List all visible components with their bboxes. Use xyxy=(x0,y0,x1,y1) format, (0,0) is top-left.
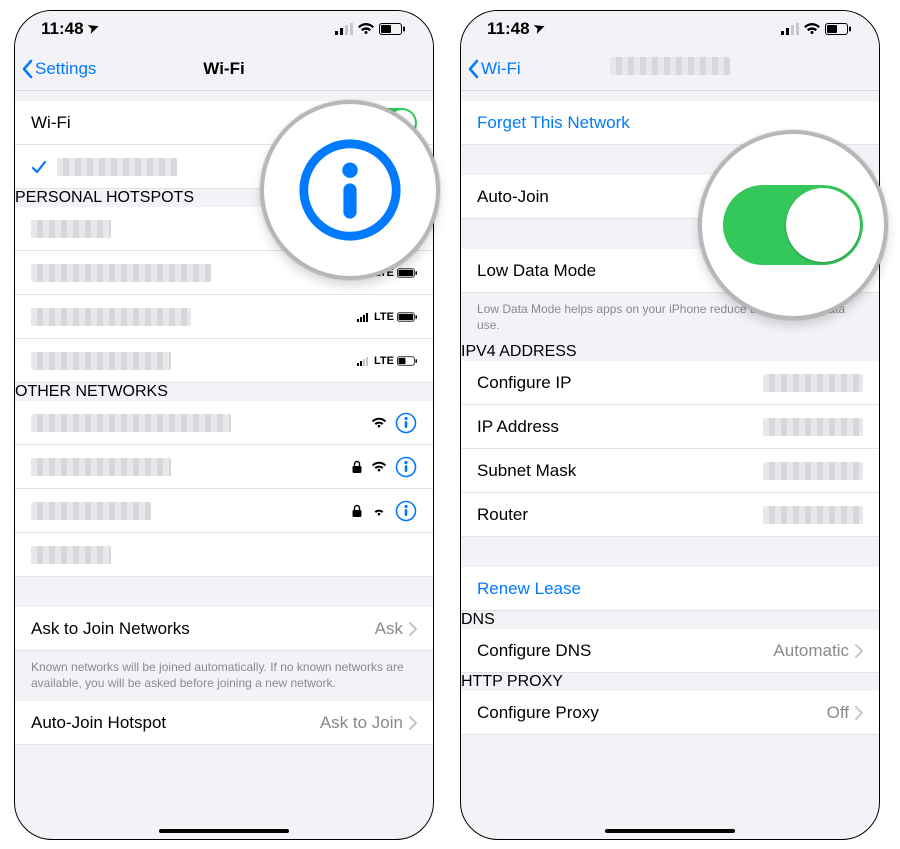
configure-dns-row[interactable]: Configure DNS Automatic xyxy=(461,629,879,673)
redacted-network-name xyxy=(31,502,151,520)
nav-title xyxy=(461,57,879,80)
nav-title: Wi-Fi xyxy=(15,59,433,79)
nav-bar: Wi-Fi xyxy=(461,47,879,91)
redacted-value xyxy=(763,506,863,524)
chevron-right-icon xyxy=(855,706,863,720)
lock-icon xyxy=(351,460,363,474)
network-row[interactable] xyxy=(15,489,433,533)
wifi-signal-icon xyxy=(371,417,387,429)
router-row: Router xyxy=(461,493,879,537)
hotspot-row[interactable]: LTE xyxy=(15,339,433,383)
wifi-icon xyxy=(803,23,821,35)
network-row[interactable] xyxy=(15,401,433,445)
battery-icon xyxy=(379,23,405,35)
hotspot-signal-indicator: LTE xyxy=(357,311,417,323)
status-time: 11:48 ➤ xyxy=(487,19,545,39)
wifi-signal-icon xyxy=(371,461,387,473)
redacted-network-name xyxy=(57,158,177,176)
section-header-http-proxy: HTTP PROXY xyxy=(461,673,879,691)
redacted-network-name xyxy=(31,414,231,432)
info-icon[interactable] xyxy=(395,412,417,434)
redacted-hotspot-name xyxy=(31,220,111,238)
chevron-right-icon xyxy=(409,622,417,636)
chevron-right-icon xyxy=(409,716,417,730)
redacted-value xyxy=(763,418,863,436)
nav-bar: Settings Wi-Fi xyxy=(15,47,433,91)
hotspot-signal-indicator: LTE xyxy=(357,355,417,367)
configure-proxy-row[interactable]: Configure Proxy Off xyxy=(461,691,879,735)
location-icon: ➤ xyxy=(532,19,548,38)
redacted-network-name xyxy=(31,458,171,476)
info-icon[interactable] xyxy=(395,456,417,478)
hotspot-row[interactable]: LTE xyxy=(15,295,433,339)
status-bar: 11:48 ➤ xyxy=(15,11,433,47)
renew-lease-row[interactable]: Renew Lease xyxy=(461,567,879,611)
network-row[interactable] xyxy=(15,533,433,577)
wifi-signal-icon xyxy=(371,505,387,517)
status-bar: 11:48 ➤ xyxy=(461,11,879,47)
redacted-value xyxy=(763,374,863,392)
redacted-hotspot-name xyxy=(31,264,211,282)
checkmark-icon xyxy=(31,159,47,175)
info-icon xyxy=(295,135,405,245)
battery-icon xyxy=(825,23,851,35)
annotation-highlight-info-icon xyxy=(260,100,440,280)
network-row[interactable] xyxy=(15,445,433,489)
redacted-value xyxy=(763,462,863,480)
chevron-right-icon xyxy=(855,644,863,658)
redacted-network-name xyxy=(31,546,111,564)
annotation-highlight-toggle xyxy=(698,130,888,320)
toggle-on-icon xyxy=(723,185,863,265)
section-header-other: OTHER NETWORKS xyxy=(15,383,433,401)
auto-join-hotspot-row[interactable]: Auto-Join Hotspot Ask to Join xyxy=(15,701,433,745)
ip-address-row: IP Address xyxy=(461,405,879,449)
cellular-icon xyxy=(335,23,353,35)
redacted-hotspot-name xyxy=(31,308,191,326)
section-header-ipv4: IPV4 ADDRESS xyxy=(461,343,879,361)
lock-icon xyxy=(351,504,363,518)
configure-ip-row[interactable]: Configure IP xyxy=(461,361,879,405)
wifi-icon xyxy=(357,23,375,35)
ask-to-join-row[interactable]: Ask to Join Networks Ask xyxy=(15,607,433,651)
subnet-mask-row: Subnet Mask xyxy=(461,449,879,493)
info-icon[interactable] xyxy=(395,500,417,522)
location-icon: ➤ xyxy=(86,19,102,38)
section-header-dns: DNS xyxy=(461,611,879,629)
ask-to-join-footer: Known networks will be joined automatica… xyxy=(15,651,433,701)
status-time: 11:48 ➤ xyxy=(41,19,99,39)
cellular-icon xyxy=(781,23,799,35)
home-indicator[interactable] xyxy=(605,829,735,833)
home-indicator[interactable] xyxy=(159,829,289,833)
redacted-hotspot-name xyxy=(31,352,171,370)
